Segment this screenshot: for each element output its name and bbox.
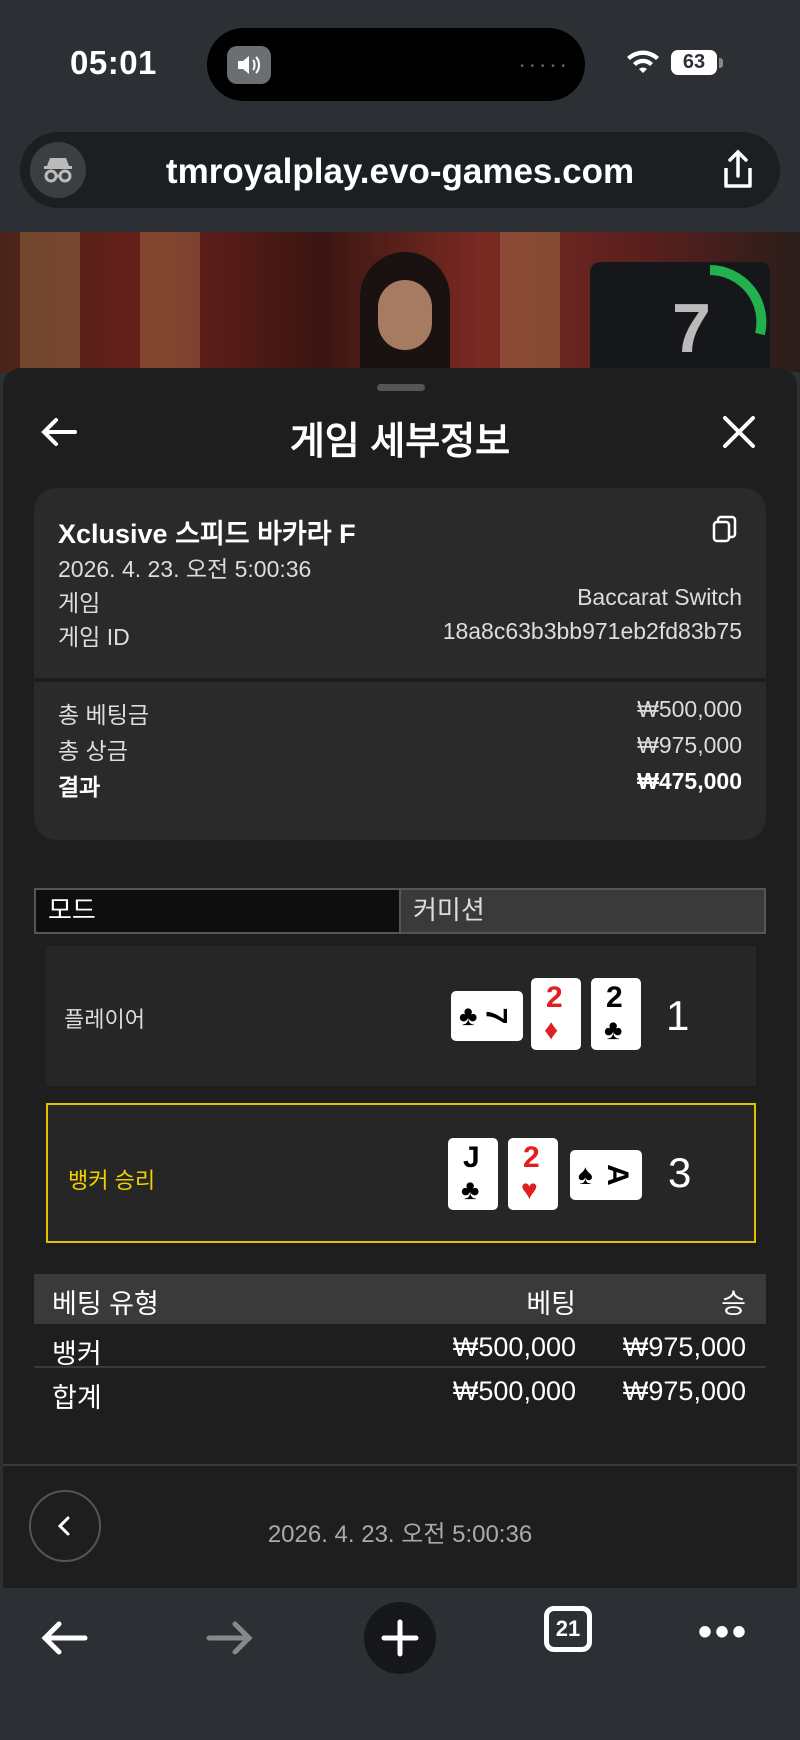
playing-card: A ♠ bbox=[570, 1150, 642, 1200]
banker-hand: 뱅커 승리 J ♣ 2 ♥ A ♠ 3 bbox=[46, 1103, 756, 1243]
game-name: Xclusive 스피드 바카라 F bbox=[58, 519, 356, 549]
tab-mode[interactable]: 모드 bbox=[36, 890, 401, 932]
total-win-label: 총 상금 bbox=[58, 738, 128, 764]
speaker-icon bbox=[227, 46, 271, 84]
divider bbox=[34, 678, 766, 682]
win-amount: ₩975,000 bbox=[622, 1332, 746, 1362]
playing-card: 2 ♥ bbox=[508, 1138, 558, 1210]
dynamic-island: • • • • • bbox=[207, 28, 585, 101]
card-rank: J bbox=[463, 1141, 480, 1174]
close-icon[interactable] bbox=[719, 412, 759, 452]
card-suit: ♣ bbox=[459, 1000, 478, 1031]
playing-card: 7 ♣ bbox=[451, 991, 523, 1041]
total-bet-label: 총 베팅금 bbox=[58, 702, 150, 728]
more-icon[interactable]: ••• bbox=[698, 1610, 749, 1655]
tab-commission[interactable]: 커미션 bbox=[401, 890, 764, 932]
game-value: Baccarat Switch bbox=[577, 584, 742, 610]
share-icon[interactable] bbox=[716, 148, 760, 192]
game-id-label: 게임 ID bbox=[58, 624, 130, 650]
game-details-sheet: 게임 세부정보 Xclusive 스피드 바카라 F 2026. 4. 23. … bbox=[3, 368, 797, 1588]
new-tab-button[interactable] bbox=[364, 1602, 436, 1674]
browser-back-button[interactable] bbox=[34, 1608, 94, 1668]
curtain bbox=[20, 232, 80, 372]
activity-dots: • • • • • bbox=[520, 61, 567, 72]
tabs-icon[interactable]: 21 bbox=[544, 1606, 592, 1652]
total-bet-value: ₩500,000 bbox=[637, 696, 742, 722]
player-hand: 플레이어 7 ♣ 2 ♦ 2 ♣ 1 bbox=[46, 946, 756, 1086]
wifi-icon bbox=[625, 48, 661, 81]
banker-label: 뱅커 승리 bbox=[68, 1168, 156, 1193]
game-date: 2026. 4. 23. 오전 5:00:36 bbox=[58, 556, 312, 582]
divider bbox=[3, 1464, 797, 1466]
bets-header: 베팅 유형 베팅 승 bbox=[34, 1274, 766, 1324]
browser-toolbar: 21 ••• bbox=[0, 1588, 800, 1740]
header-win: 승 bbox=[721, 1289, 746, 1319]
result-value: ₩475,000 bbox=[637, 768, 742, 794]
card-rank: 7 bbox=[479, 1007, 513, 1025]
battery-icon: 63 bbox=[671, 50, 717, 75]
card-rank: 2 bbox=[546, 981, 563, 1014]
table-row: 합계 ₩500,000 ₩975,000 bbox=[34, 1368, 766, 1413]
copy-icon[interactable] bbox=[710, 514, 740, 544]
curtain bbox=[500, 232, 560, 372]
card-suit: ♥ bbox=[521, 1174, 538, 1205]
card-suit: ♦ bbox=[544, 1014, 559, 1045]
playing-card: 2 ♣ bbox=[591, 978, 641, 1050]
card-suit: ♣ bbox=[604, 1014, 623, 1045]
card-suit: ♠ bbox=[578, 1159, 593, 1190]
playing-card: 2 ♦ bbox=[531, 978, 581, 1050]
curtain bbox=[140, 232, 200, 372]
result-label: 결과 bbox=[58, 774, 101, 800]
back-arrow-icon bbox=[41, 1621, 88, 1655]
dealer-face bbox=[378, 280, 432, 350]
sheet-grabber[interactable] bbox=[377, 384, 425, 391]
status-time: 05:01 bbox=[70, 44, 157, 81]
status-bar: 05:01 • • • • • 63 bbox=[0, 0, 800, 125]
forward-arrow-icon bbox=[206, 1621, 253, 1655]
win-amount: ₩975,000 bbox=[622, 1376, 746, 1406]
bet-amount: ₩500,000 bbox=[452, 1332, 576, 1362]
game-label: 게임 bbox=[58, 590, 101, 616]
game-id-value: 18a8c63b3bb971eb2fd83b75 bbox=[442, 618, 742, 644]
plus-icon bbox=[381, 1619, 419, 1657]
total-win-value: ₩975,000 bbox=[637, 732, 742, 758]
player-score: 1 bbox=[666, 992, 690, 1039]
footer-date: 2026. 4. 23. 오전 5:00:36 bbox=[267, 1521, 533, 1548]
browser-forward-button[interactable] bbox=[200, 1608, 260, 1668]
card-rank: 2 bbox=[606, 981, 623, 1014]
address-bar[interactable]: tmroyalplay.evo-games.com bbox=[20, 132, 780, 208]
sheet-header: 게임 세부정보 bbox=[3, 398, 797, 468]
mode-tabs: 모드 커미션 bbox=[34, 888, 766, 934]
header-bet: 베팅 bbox=[526, 1289, 576, 1319]
url-text[interactable]: tmroyalplay.evo-games.com bbox=[20, 152, 780, 192]
header-bet-type: 베팅 유형 bbox=[52, 1289, 159, 1319]
playing-card: J ♣ bbox=[448, 1138, 498, 1210]
bet-type: 합계 bbox=[52, 1383, 102, 1413]
sheet-title: 게임 세부정보 bbox=[289, 421, 511, 463]
card-rank: 2 bbox=[523, 1141, 540, 1174]
bet-type: 뱅커 bbox=[52, 1339, 102, 1369]
card-suit: ♣ bbox=[461, 1174, 480, 1205]
player-label: 플레이어 bbox=[64, 1007, 145, 1032]
bets-table: 베팅 유형 베팅 승 뱅커 ₩500,000 ₩975,000 합계 ₩500,… bbox=[34, 1274, 766, 1413]
table-row: 뱅커 ₩500,000 ₩975,000 bbox=[34, 1324, 766, 1369]
battery-tip bbox=[719, 58, 723, 68]
card-rank: A bbox=[600, 1164, 634, 1186]
game-info-top: Xclusive 스피드 바카라 F 2026. 4. 23. 오전 5:00:… bbox=[34, 488, 766, 678]
betting-timer: 7 bbox=[672, 289, 711, 367]
game-info-card: Xclusive 스피드 바카라 F 2026. 4. 23. 오전 5:00:… bbox=[34, 488, 766, 840]
banker-score: 3 bbox=[668, 1149, 692, 1196]
bet-amount: ₩500,000 bbox=[452, 1376, 576, 1406]
